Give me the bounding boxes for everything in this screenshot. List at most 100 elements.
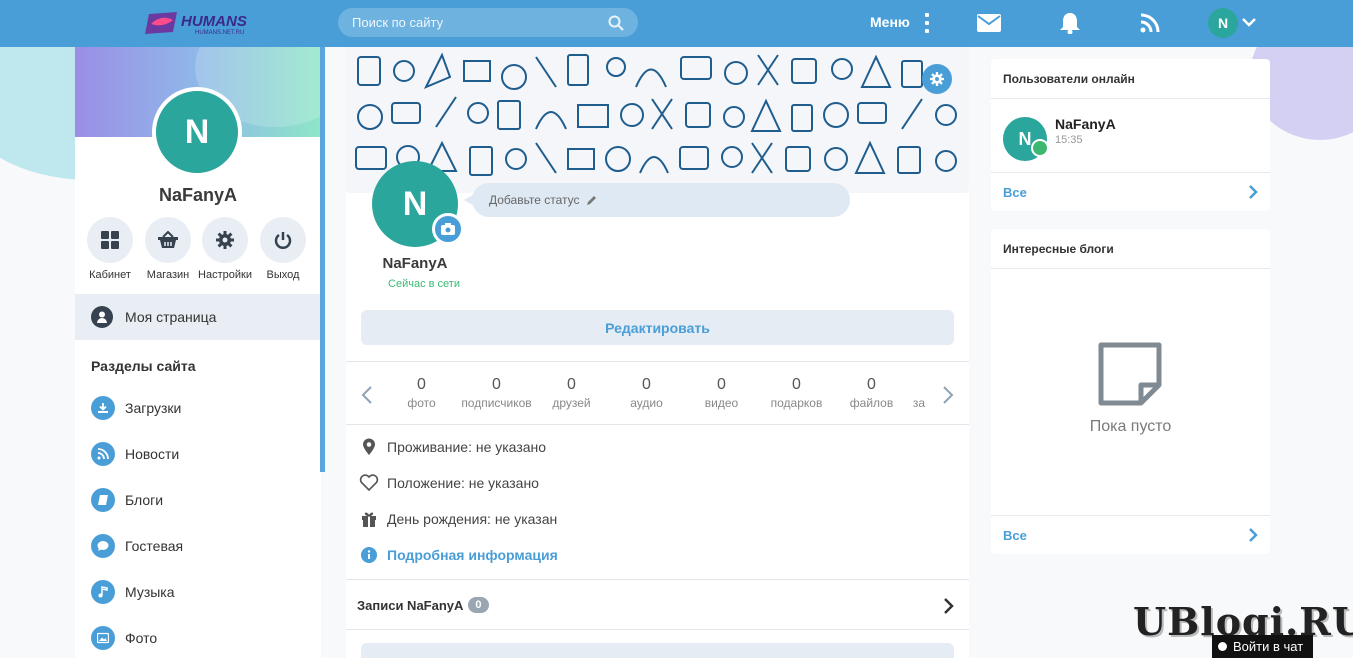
status-input[interactable]: Добавьте статус [464,183,850,217]
sidebar-scrollbar[interactable] [320,47,325,472]
profile-stats: 0 фото 0 подписчиков 0 друзей 0 аудио 0 видео… [384,376,934,412]
download-icon [91,396,115,420]
online-users-card: Пользователи онлайн N NaFanyA 15:35 Все [991,59,1270,211]
stat-photos[interactable]: 0 фото [384,376,459,412]
quick-action-logout[interactable]: Выход [254,217,312,281]
empty-note-icon [1098,342,1162,406]
left-sidebar: N NaFanyA Кабинет Магазин Настройки Выхо… [75,47,321,658]
profile-name: NaFanyA [382,255,448,272]
chat-icon [91,534,115,558]
status-placeholder: Добавьте статус [489,193,580,207]
menu-dots-icon[interactable] [924,13,930,33]
divider [346,629,969,630]
menu-button-label[interactable]: Меню [870,14,910,30]
stat-followers[interactable]: 0 подписчиков [459,376,534,412]
online-user-time: 15:35 [1055,134,1083,146]
sidebar-item-label: Фото [125,630,158,646]
info-icon [358,544,380,566]
info-residence: Проживание: не указано [358,436,546,458]
search-icon[interactable] [608,15,624,31]
new-post-button[interactable] [361,643,954,658]
camera-icon [441,223,455,235]
blogs-card: Интересные блоги Пока пусто Все [991,229,1270,554]
sidebar-item-label: Музыка [125,584,175,600]
info-relationship: Положение: не указано [358,472,539,494]
posts-section-header[interactable]: Записи NaFanyA 0 [357,595,489,615]
search-input[interactable]: Поиск по сайту [338,8,638,37]
quick-action-settings[interactable]: Настройки [196,217,254,281]
sidebar-item-my-page[interactable]: Моя страница [75,294,321,340]
quick-action-label: Кабинет [89,269,131,281]
profile-main: Добавьте статус N NaFanyA Сейчас в сети … [346,47,969,658]
sidebar-item-guestbook[interactable]: Гостевая [91,534,183,558]
online-user-name[interactable]: NaFanyA [1055,116,1116,132]
stat-gifts[interactable]: 0 подарков [759,376,834,412]
sidebar-item-label: Блоги [125,492,164,508]
sidebar-item-downloads[interactable]: Загрузки [91,396,181,420]
search-placeholder: Поиск по сайту [352,15,444,30]
blogs-all-link[interactable]: Все [991,515,1270,554]
stat-files[interactable]: 0 файлов [834,376,909,412]
gift-icon [358,508,380,530]
heart-icon [358,472,380,494]
chevron-left-icon[interactable] [361,385,373,405]
cover-settings-button[interactable] [922,64,952,94]
quick-action-cabinet[interactable]: Кабинет [81,217,139,281]
sections-title: Разделы сайта [91,358,196,374]
logo-text: HUMANS [181,13,247,30]
sidebar-avatar[interactable]: N [152,87,242,177]
enter-chat-button[interactable]: Войти в чат [1212,635,1314,658]
stat-more[interactable]: за [909,376,929,412]
quick-action-label: Выход [266,269,300,281]
logo-subtext: HUMANS.NET.RU [195,30,244,36]
sidebar-item-music[interactable]: Музыка [91,580,175,604]
sidebar-item-news[interactable]: Новости [91,442,179,466]
online-badge-icon [1031,139,1049,157]
chevron-right-icon[interactable] [942,385,954,405]
rss-icon [91,442,115,466]
online-users-all-link[interactable]: Все [991,172,1270,211]
posts-count-badge: 0 [468,597,489,613]
pencil-icon [586,195,596,205]
gear-icon [930,72,944,86]
sidebar-item-blogs[interactable]: Блоги [91,488,163,512]
sidebar-item-photo[interactable]: Фото [91,626,157,650]
info-birthday: День рождения: не указан [358,508,557,530]
grid-icon [101,231,119,249]
image-icon [91,626,115,650]
site-logo[interactable]: HUMANS HUMANS.NET.RU [143,10,261,36]
top-bar: HUMANS HUMANS.NET.RU Поиск по сайту Меню… [0,0,1353,47]
edit-profile-button[interactable]: Редактировать [361,310,954,345]
divider [346,579,969,580]
sidebar-item-label: Гостевая [125,538,184,554]
user-icon [91,306,113,328]
stat-audio[interactable]: 0 аудио [609,376,684,412]
rss-icon[interactable] [1140,13,1160,33]
chevron-down-icon[interactable] [1242,17,1256,27]
music-icon [91,580,115,604]
empty-state-text: Пока пусто [1089,418,1172,435]
sidebar-username[interactable]: NaFanyA [75,185,321,206]
online-status: Сейчас в сети [388,278,460,290]
chevron-right-icon[interactable] [943,597,955,615]
sidebar-item-label: Загрузки [125,400,182,416]
mail-icon[interactable] [977,14,1001,32]
divider [346,424,969,425]
quick-action-shop[interactable]: Магазин [139,217,197,281]
sidebar-item-label: Моя страница [125,309,217,325]
stat-video[interactable]: 0 видео [684,376,759,412]
chevron-right-icon [1249,528,1258,542]
quick-action-label: Настройки [198,269,252,281]
basket-icon [158,231,178,248]
power-icon [274,232,292,249]
user-avatar[interactable]: N [1208,8,1238,38]
change-avatar-button[interactable] [432,213,464,245]
bell-icon[interactable] [1059,12,1081,34]
gear-icon [216,231,234,249]
location-pin-icon [358,436,380,458]
sidebar-item-label: Новости [125,446,180,462]
details-link[interactable]: Подробная информация [358,544,558,566]
stat-friends[interactable]: 0 друзей [534,376,609,412]
status-dot-icon [1218,642,1227,651]
chevron-right-icon [1249,185,1258,199]
